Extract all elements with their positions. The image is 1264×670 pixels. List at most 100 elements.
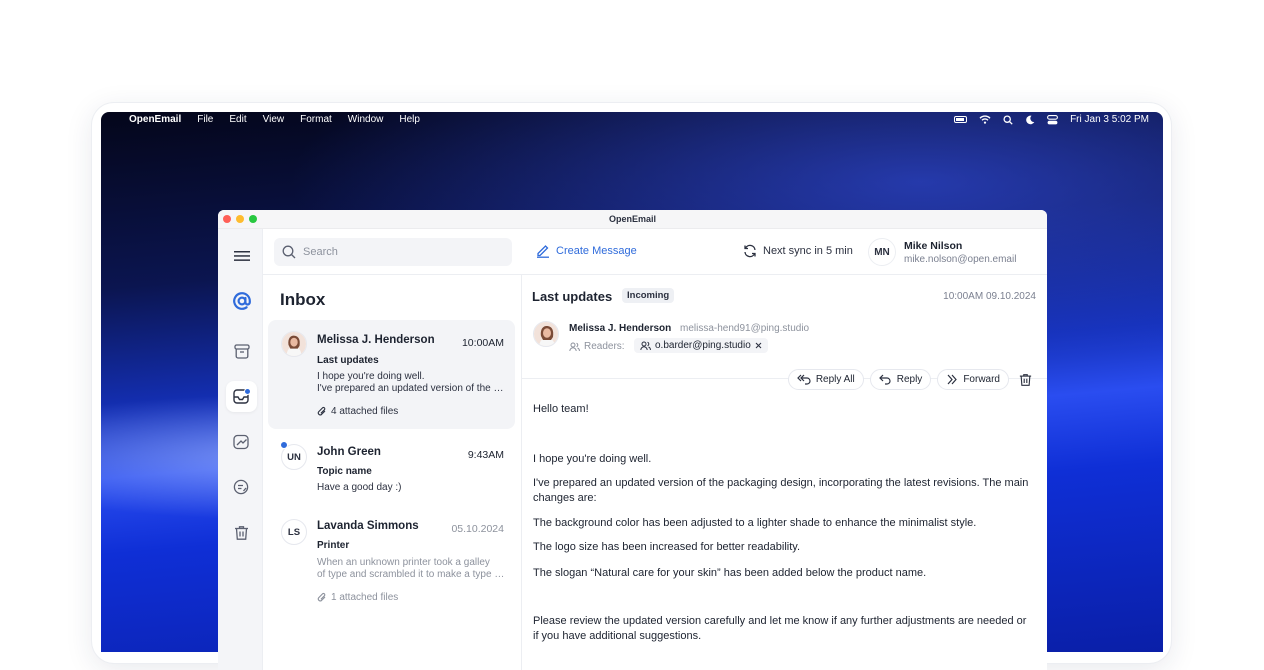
sidebar-item-archive[interactable] xyxy=(226,336,257,367)
mail-preview-line: I've prepared an updated version of the … xyxy=(317,383,505,394)
body-paragraph: Please review the updated version carefu… xyxy=(533,615,1027,642)
user-avatar[interactable]: MN xyxy=(868,238,896,266)
title-bar: OpenEmail xyxy=(218,210,1047,229)
menu-help[interactable]: Help xyxy=(399,114,420,125)
body-paragraph: I hope you're doing well. xyxy=(533,453,652,465)
create-message-button[interactable]: Create Message xyxy=(536,243,637,258)
body-paragraph: The slogan “Natural care for your skin” … xyxy=(533,567,927,579)
mail-subject: Topic name xyxy=(317,466,372,477)
battery-icon[interactable] xyxy=(954,116,968,123)
sync-label: Next sync in 5 min xyxy=(763,245,853,257)
sidebar-item-inbox[interactable] xyxy=(226,381,257,412)
pencil-icon xyxy=(537,245,549,258)
reply-all-button[interactable]: Reply All xyxy=(787,369,864,390)
search-box[interactable] xyxy=(274,238,512,266)
paperclip-icon xyxy=(317,592,326,602)
reply-label: Reply xyxy=(896,374,923,385)
reply-all-icon xyxy=(796,374,811,385)
message-list: Inbox Melissa J. Henderson 10:00AM Last … xyxy=(263,275,522,670)
spotlight-search-icon[interactable] xyxy=(1003,114,1013,125)
message-reader: Last updates Incoming 10:00AM 09.10.2024… xyxy=(522,275,1047,670)
create-message-label: Create Message xyxy=(556,244,637,257)
message-actions: Reply All Reply Forward xyxy=(787,369,1036,390)
menu-window[interactable]: Window xyxy=(348,114,384,125)
mail-item[interactable]: Melissa J. Henderson 10:00AM Last update… xyxy=(268,320,515,429)
menu-format[interactable]: Format xyxy=(300,114,332,125)
mail-sender: John Green xyxy=(317,446,381,458)
sidebar-item-sent[interactable] xyxy=(226,426,257,457)
zoom-window-button[interactable] xyxy=(249,215,257,223)
menu-view[interactable]: View xyxy=(263,114,285,125)
sent-icon xyxy=(233,434,249,449)
message-date: 10:00AM 09.10.2024 xyxy=(943,291,1036,302)
wifi-icon[interactable] xyxy=(979,115,991,124)
menu-file[interactable]: File xyxy=(197,114,213,125)
menu-bar: OpenEmail File Edit View Format Window H… xyxy=(101,112,1163,127)
mail-preview-line: of type and scrambled it to make a type … xyxy=(317,569,505,580)
at-icon xyxy=(232,291,251,310)
mail-time: 05.10.2024 xyxy=(451,523,504,535)
menu-button[interactable] xyxy=(226,240,257,271)
readers-icon xyxy=(569,342,580,351)
window-title: OpenEmail xyxy=(608,214,656,224)
menu-clock[interactable]: Fri Jan 3 5:02 PM xyxy=(1070,114,1149,125)
attachments-label: 4 attached files xyxy=(331,406,399,417)
mail-sender: Lavanda Simmons xyxy=(317,520,419,532)
message-subject: Last updates xyxy=(532,289,613,304)
moon-icon[interactable] xyxy=(1025,115,1035,125)
search-input[interactable] xyxy=(303,246,493,258)
sidebar-item-trash[interactable] xyxy=(226,517,257,548)
forward-label: Forward xyxy=(963,374,1000,385)
sidebar-rail xyxy=(218,229,263,670)
user-name: Mike Nilson xyxy=(904,240,963,252)
sender-avatar xyxy=(281,331,307,357)
mail-item[interactable]: LS Lavanda Simmons 05.10.2024 Printer Wh… xyxy=(268,507,515,617)
toolbar: Create Message Next sync in 5 min MN Mik… xyxy=(263,229,1047,275)
delete-button[interactable] xyxy=(1015,369,1036,390)
body-paragraph: Hello team! xyxy=(533,403,589,415)
reply-all-label: Reply All xyxy=(815,374,855,385)
drafts-icon xyxy=(233,479,249,494)
account-button[interactable] xyxy=(226,285,257,316)
reply-button[interactable]: Reply xyxy=(869,369,932,390)
body-paragraph: The logo size has been increased for bet… xyxy=(533,541,801,553)
mail-subject: Printer xyxy=(317,540,350,551)
mail-item[interactable]: UN John Green 9:43AM Topic name Have a g… xyxy=(268,433,515,501)
readers-label: Readers: xyxy=(584,341,625,352)
reader-chip[interactable]: o.barder@ping.studio xyxy=(634,338,768,353)
mail-time: 9:43AM xyxy=(467,449,504,461)
mail-sender: Melissa J. Henderson xyxy=(317,334,435,346)
sync-status[interactable]: Next sync in 5 min xyxy=(743,244,853,258)
trash-icon xyxy=(1019,373,1032,386)
person-photo xyxy=(534,322,558,346)
menu-edit[interactable]: Edit xyxy=(229,114,246,125)
control-center-icon[interactable] xyxy=(1047,114,1059,125)
sender-email: melissa-hend91@ping.studio xyxy=(680,323,810,334)
attachments-label: 1 attached files xyxy=(331,592,399,603)
app-window: OpenEmail Create Message xyxy=(218,210,1047,670)
body-paragraph: I've prepared an updated version of the … xyxy=(533,477,1029,504)
remove-icon[interactable] xyxy=(755,342,762,349)
mail-time: 10:00AM xyxy=(461,337,504,349)
forward-button[interactable]: Forward xyxy=(937,369,1009,390)
user-email: mike.nolson@open.email xyxy=(904,254,1017,265)
sidebar-item-drafts[interactable] xyxy=(226,471,257,502)
reply-icon xyxy=(878,374,891,385)
readers-icon xyxy=(640,341,651,350)
unread-dot xyxy=(280,441,288,449)
minimize-window-button[interactable] xyxy=(236,215,244,223)
person-photo xyxy=(282,332,306,356)
sender-avatar xyxy=(533,321,559,347)
menu-app-name[interactable]: OpenEmail xyxy=(129,114,181,125)
menu-icon xyxy=(233,250,250,261)
mail-subject: Last updates xyxy=(317,355,379,366)
sender-avatar: LS xyxy=(281,519,307,545)
sync-icon xyxy=(744,244,756,258)
inbox-title: Inbox xyxy=(280,290,326,309)
inbox-icon xyxy=(232,388,251,404)
close-window-button[interactable] xyxy=(223,215,231,223)
readers-row: Readers: xyxy=(569,341,625,352)
search-icon xyxy=(282,245,296,259)
mail-attachments: 4 attached files xyxy=(317,406,398,417)
mail-preview-line: I hope you're doing well. xyxy=(317,371,425,382)
